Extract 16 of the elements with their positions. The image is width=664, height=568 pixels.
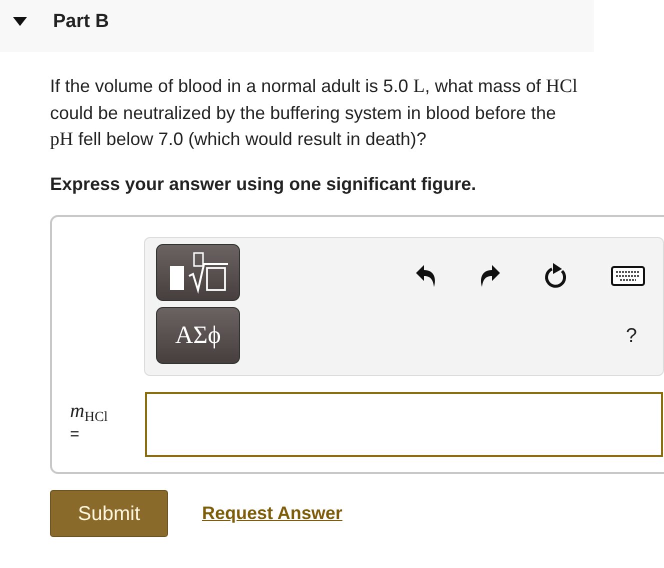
redo-icon[interactable] [479,263,501,289]
templates-button[interactable] [156,244,240,301]
answer-input-field[interactable] [145,392,663,457]
part-title: Part B [53,10,109,34]
reset-icon[interactable] [543,262,569,290]
answer-label: m$_{HCl}$ = [70,400,109,445]
question-text: If the volume of blood in a normal adult is 5.0 L, what mass of HCl could be neutralized by the buffering system in blood before the pH fell below 7.0 (which would result in death)? [50,75,579,152]
keyboard-icon[interactable] [611,266,645,286]
greek-symbols-button[interactable]: ΑΣϕ [156,307,240,364]
undo-icon[interactable] [415,263,437,289]
submit-button[interactable]: Submit [50,490,168,537]
part-header[interactable]: Part B [0,0,594,52]
instruction-text: Express your answer using one significant figure. [50,173,478,196]
collapse-caret-icon[interactable] [12,17,26,26]
help-button[interactable]: ? [626,324,637,348]
request-answer-link[interactable]: Request Answer [202,500,342,527]
